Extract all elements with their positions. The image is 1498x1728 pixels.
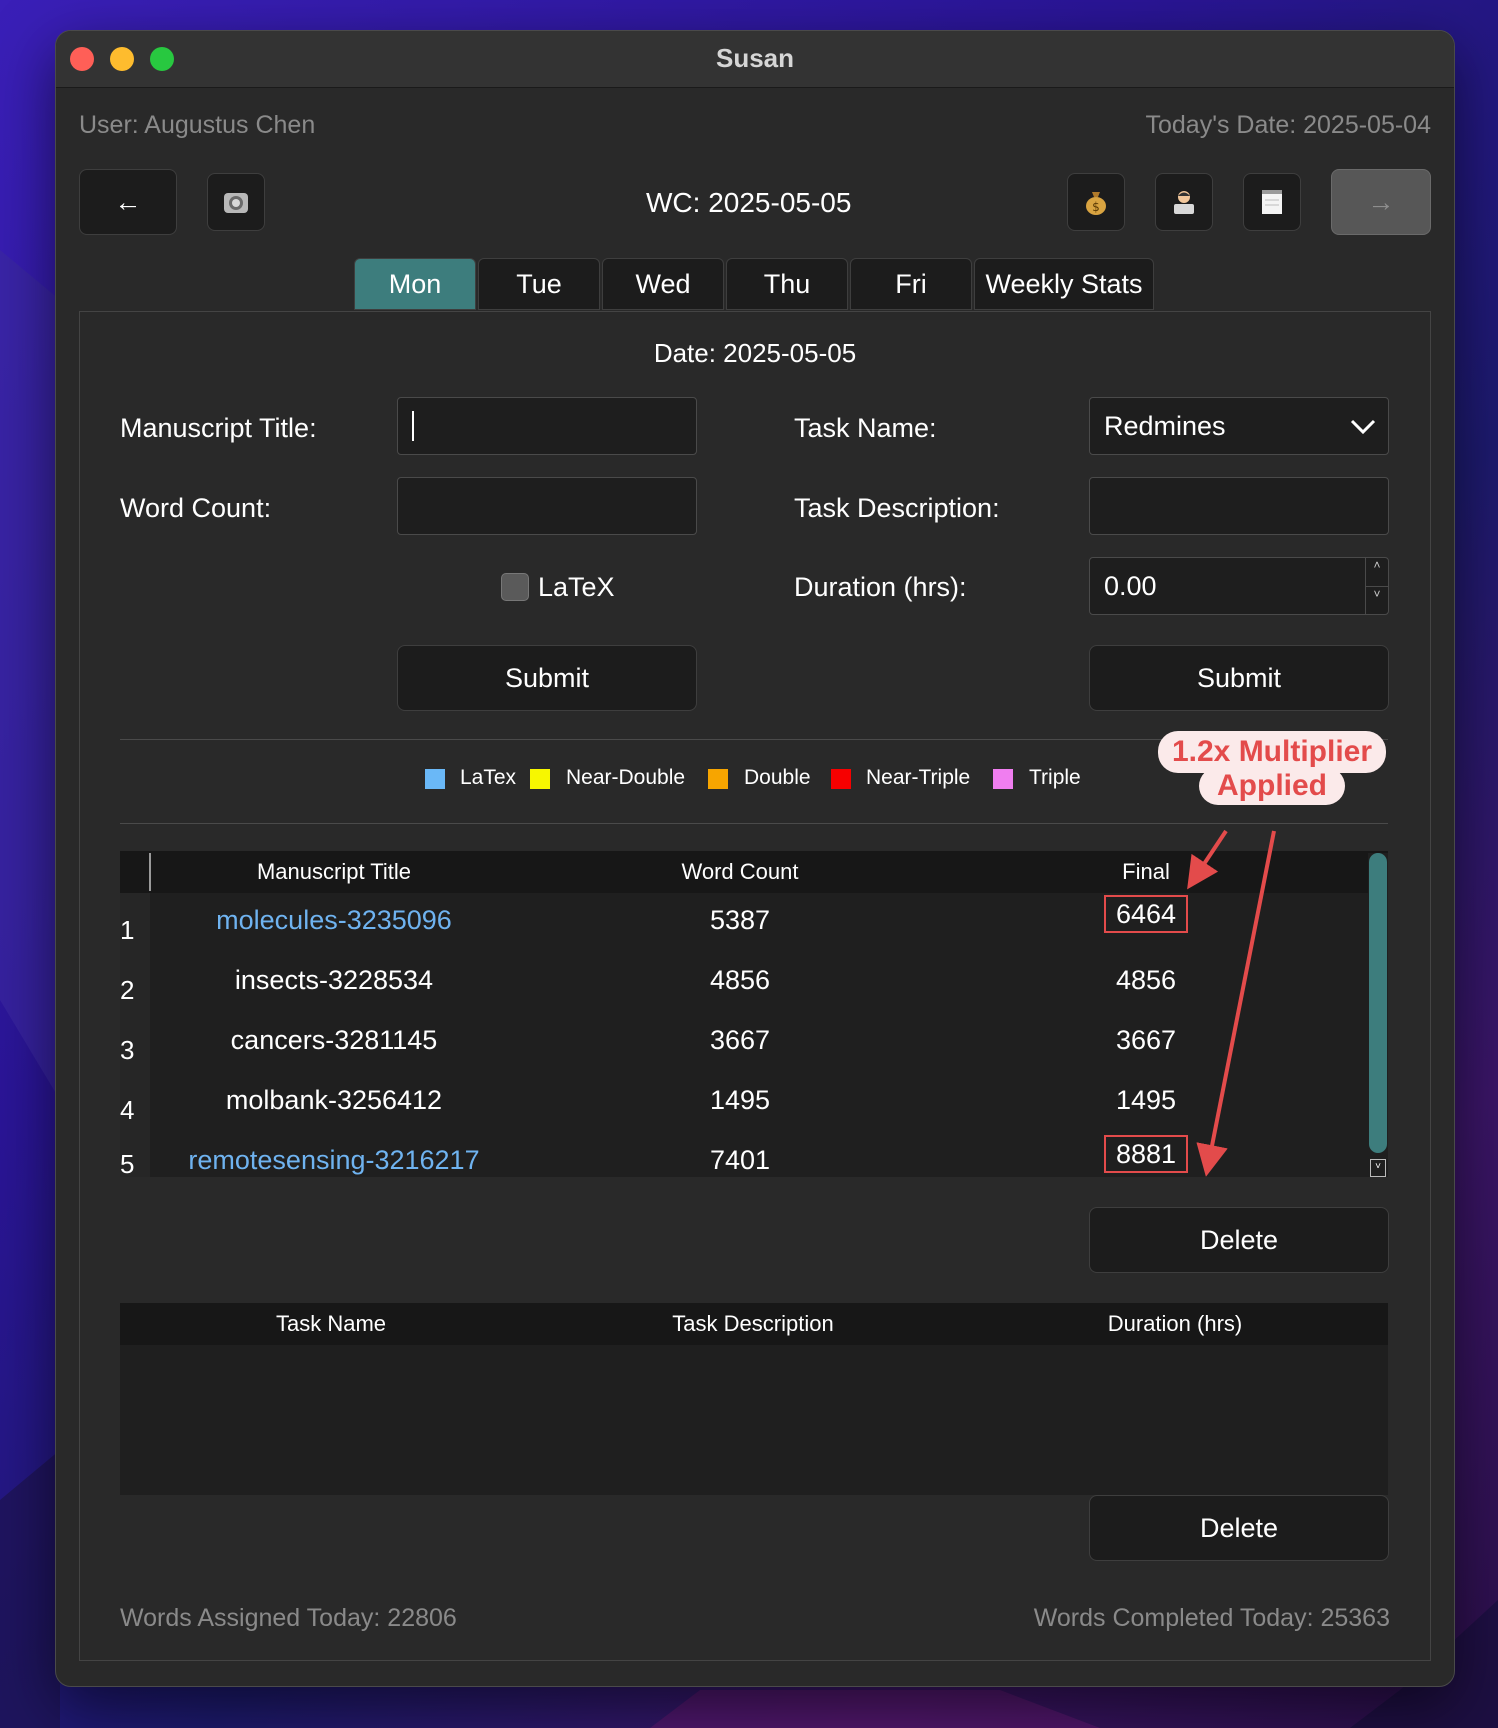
scroll-down-icon[interactable]: ˅	[1370, 1159, 1386, 1177]
legend-label-triple: Triple	[1029, 766, 1081, 789]
manuscript-title-cell[interactable]: molecules-3235096	[154, 905, 514, 936]
legend-swatch-latex	[425, 769, 445, 789]
word-count-cell[interactable]: 3667	[560, 1025, 920, 1056]
spin-up-icon[interactable]: ˄	[1365, 558, 1388, 586]
manuscript-title-input[interactable]	[397, 397, 697, 455]
app-window: Susan User: Augustus Chen Today's Date: …	[55, 30, 1455, 1687]
week-commencing-label: WC: 2025-05-05	[646, 187, 852, 218]
final-cell[interactable]: 3667	[966, 1025, 1326, 1056]
annotation-line-2: Applied	[1199, 767, 1345, 805]
final-cell[interactable]: 8881	[966, 1135, 1326, 1173]
chevron-down-icon	[1350, 419, 1376, 435]
tab-weekly-stats[interactable]: Weekly Stats	[974, 258, 1154, 310]
words-completed-label: Words Completed Today: 25363	[1033, 1604, 1390, 1632]
task-name-selected: Redmines	[1104, 410, 1226, 441]
delete-manuscript-button[interactable]: Delete	[1089, 1207, 1389, 1273]
word-count-label: Word Count:	[120, 493, 272, 523]
final-highlight-box: 8881	[1103, 1135, 1189, 1173]
scrollbar-thumb[interactable]	[1369, 853, 1387, 1153]
manuscripts-table-header: Manuscript Title Word Count Final	[120, 851, 1388, 893]
row-number: 1	[120, 915, 135, 945]
tab-mon[interactable]: Mon	[354, 258, 476, 310]
tasks-table: Task Name Task Description Duration (hrs…	[120, 1303, 1388, 1495]
duration-label: Duration (hrs):	[794, 572, 967, 602]
word-count-input[interactable]	[397, 477, 697, 535]
legend-swatch-double	[708, 769, 728, 789]
latex-checkbox[interactable]	[501, 573, 529, 601]
final-cell[interactable]: 6464	[966, 895, 1326, 933]
settings-button[interactable]	[207, 173, 265, 231]
money-bag-icon: $	[1086, 192, 1106, 215]
word-count-cell[interactable]: 4856	[560, 965, 920, 996]
divider-bottom	[120, 823, 1388, 824]
final-cell[interactable]: 1495	[966, 1085, 1326, 1116]
column-header-manuscript-title[interactable]: Manuscript Title	[154, 859, 514, 885]
column-header-final[interactable]: Final	[966, 859, 1326, 885]
person-at-computer-icon	[1174, 191, 1194, 214]
column-header-task-description[interactable]: Task Description	[542, 1311, 964, 1337]
legend-label-near-double: Near-Double	[566, 766, 686, 789]
word-count-cell[interactable]: 5387	[560, 905, 920, 936]
column-header-word-count[interactable]: Word Count	[560, 859, 920, 885]
word-count-cell[interactable]: 7401	[560, 1145, 920, 1176]
legend-swatch-triple	[993, 769, 1013, 789]
manuscript-title-cell[interactable]: molbank-3256412	[154, 1085, 514, 1116]
previous-week-button[interactable]: ←	[79, 169, 177, 235]
task-name-select[interactable]: Redmines	[1089, 397, 1389, 455]
manuscript-title-cell[interactable]: cancers-3281145	[154, 1025, 514, 1056]
row-number: 2	[120, 975, 135, 1005]
task-description-label: Task Description:	[794, 493, 1000, 523]
tab-fri[interactable]: Fri	[850, 258, 972, 310]
next-week-button[interactable]: →	[1331, 169, 1431, 235]
legend-swatch-near-triple	[831, 769, 851, 789]
words-assigned-label: Words Assigned Today: 22806	[120, 1604, 457, 1632]
notes-button[interactable]	[1243, 173, 1301, 231]
manuscript-title-cell[interactable]: remotesensing-3216217	[154, 1145, 514, 1176]
header-corner-divider	[149, 853, 151, 891]
user-profile-button[interactable]	[1155, 173, 1213, 231]
svg-text:$: $	[1092, 200, 1100, 214]
row-number: 4	[120, 1095, 135, 1125]
camera-icon	[224, 193, 248, 213]
title-bar: Susan	[56, 31, 1454, 88]
today-date-label: Today's Date: 2025-05-04	[1145, 111, 1431, 139]
latex-checkbox-label: LaTeX	[538, 572, 615, 602]
money-bag-button[interactable]: $	[1067, 173, 1125, 231]
notepad-icon	[1262, 190, 1282, 214]
task-name-label: Task Name:	[794, 413, 937, 443]
spin-down-icon[interactable]: ˅	[1365, 586, 1388, 615]
duration-spinbox[interactable]: 0.00 ˄ ˅	[1089, 557, 1389, 615]
task-submit-button[interactable]: Submit	[1089, 645, 1389, 711]
manuscript-title-cell[interactable]: insects-3228534	[154, 965, 514, 996]
arrow-right-icon: →	[1367, 186, 1395, 217]
final-cell[interactable]: 4856	[966, 965, 1326, 996]
vertical-scrollbar[interactable]: ˅	[1368, 853, 1388, 1177]
legend-label-near-triple: Near-Triple	[866, 766, 971, 789]
row-number: 5	[120, 1149, 135, 1179]
word-count-cell[interactable]: 1495	[560, 1085, 920, 1116]
final-highlight-box: 6464	[1103, 895, 1189, 933]
tab-tue[interactable]: Tue	[478, 258, 600, 310]
task-description-input[interactable]	[1089, 477, 1389, 535]
panel-date-label: Date: 2025-05-05	[653, 338, 857, 368]
delete-task-button[interactable]: Delete	[1089, 1495, 1389, 1561]
user-label: User: Augustus Chen	[79, 111, 316, 139]
tab-wed[interactable]: Wed	[602, 258, 724, 310]
annotation-callout: 1.2x Multiplier Applied	[1144, 731, 1400, 805]
manuscript-title-label: Manuscript Title:	[120, 413, 317, 443]
text-cursor	[412, 411, 414, 441]
legend-label-latex: LaTex	[460, 766, 517, 789]
tasks-table-header: Task Name Task Description Duration (hrs…	[120, 1303, 1388, 1345]
manuscripts-table: Manuscript Title Word Count Final 1 mole…	[120, 851, 1388, 1179]
legend-label-double: Double	[744, 766, 811, 789]
manuscript-submit-button[interactable]: Submit	[397, 645, 697, 711]
duration-value: 0.00	[1104, 570, 1157, 601]
legend-swatch-near-double	[530, 769, 550, 789]
window-title: Susan	[715, 43, 795, 73]
row-number: 3	[120, 1035, 135, 1065]
tab-thu[interactable]: Thu	[726, 258, 848, 310]
arrow-left-icon: ←	[114, 186, 142, 217]
column-header-task-name[interactable]: Task Name	[120, 1311, 542, 1337]
column-header-duration[interactable]: Duration (hrs)	[964, 1311, 1386, 1337]
